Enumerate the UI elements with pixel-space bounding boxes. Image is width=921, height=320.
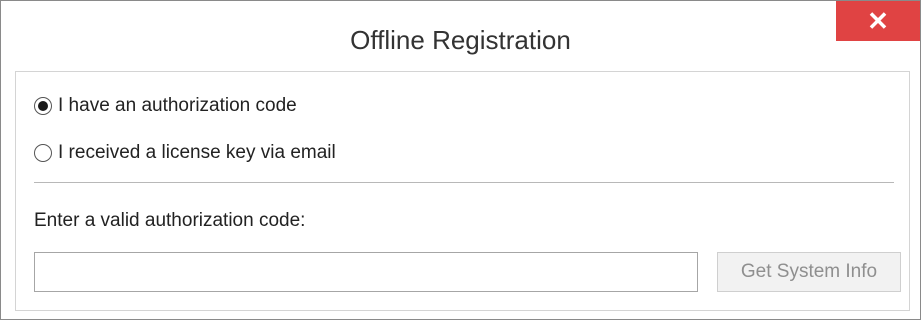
option-label: I have an authorization code (58, 95, 297, 116)
option-license-key-email[interactable]: I received a license key via email (34, 142, 336, 164)
divider (34, 182, 894, 183)
close-button[interactable]: ✕ (836, 1, 920, 41)
radio-button-selected[interactable] (34, 97, 52, 115)
option-label: I received a license key via email (58, 142, 336, 163)
authorization-code-label: Enter a valid authorization code: (34, 210, 306, 231)
radio-button-unselected[interactable] (34, 144, 52, 162)
offline-registration-dialog: Offline Registration ✕ I have an authori… (0, 0, 921, 320)
option-authorization-code[interactable]: I have an authorization code (34, 95, 297, 117)
close-icon: ✕ (867, 5, 889, 36)
registration-panel: I have an authorization code I received … (15, 71, 910, 311)
get-system-info-button[interactable]: Get System Info (717, 252, 901, 292)
authorization-code-input[interactable] (34, 252, 698, 292)
dialog-title: Offline Registration (350, 25, 571, 55)
title-bar: Offline Registration ✕ (1, 1, 920, 70)
